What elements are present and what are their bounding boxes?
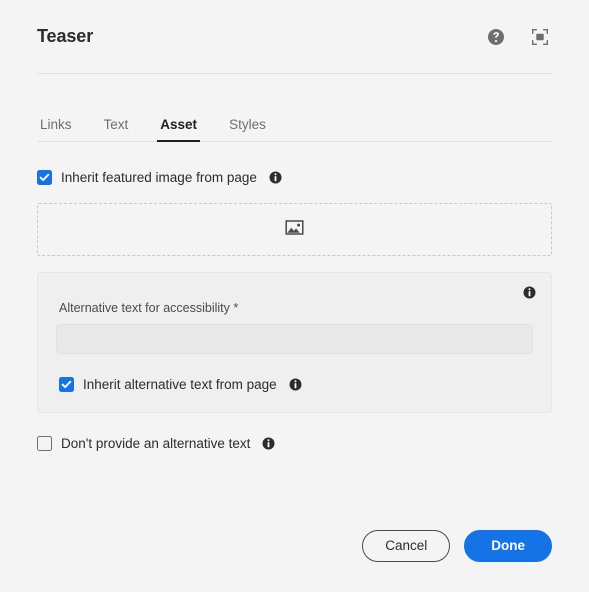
page-title: Teaser: [37, 26, 94, 46]
info-icon[interactable]: [289, 378, 302, 391]
alt-text-label: Alternative text for accessibility *: [59, 301, 239, 315]
inherit-featured-image-label: Inherit featured image from page: [61, 169, 257, 185]
teaser-dialog: Teaser Links Text Asset Styles Inherit f…: [0, 0, 589, 592]
inherit-alt-text-row: Inherit alternative text from page: [59, 377, 533, 392]
help-circle-icon[interactable]: [484, 25, 508, 49]
tab-text[interactable]: Text: [101, 117, 132, 142]
tab-asset[interactable]: Asset: [157, 117, 200, 142]
info-icon[interactable]: [269, 171, 282, 184]
done-button[interactable]: Done: [464, 530, 552, 562]
alt-text-input[interactable]: [56, 324, 533, 354]
tab-styles[interactable]: Styles: [226, 117, 269, 142]
inherit-alt-text-label: Inherit alternative text from page: [83, 376, 277, 392]
asset-tab-panel: Inherit featured image from page Alterna…: [0, 142, 589, 530]
fullscreen-icon[interactable]: [528, 25, 552, 49]
tab-links[interactable]: Links: [37, 117, 75, 142]
dialog-header: Teaser: [37, 0, 552, 74]
no-alt-text-label: Don't provide an alternative text: [61, 435, 251, 451]
no-alt-text-checkbox[interactable]: [37, 436, 52, 451]
info-icon[interactable]: [262, 437, 275, 450]
no-alt-text-row: Don't provide an alternative text: [37, 436, 552, 451]
cancel-button[interactable]: Cancel: [362, 530, 451, 562]
header-actions: [484, 25, 552, 49]
dialog-footer: Cancel Done: [0, 530, 589, 592]
inherit-alt-text-checkbox[interactable]: [59, 377, 74, 392]
image-icon: [285, 218, 304, 242]
inherit-featured-image-checkbox[interactable]: [37, 170, 52, 185]
inherit-featured-image-row: Inherit featured image from page: [37, 170, 552, 185]
alternative-text-panel: Alternative text for accessibility * Inh…: [37, 272, 552, 413]
tabbar: Links Text Asset Styles: [37, 94, 552, 142]
info-icon[interactable]: [523, 286, 536, 299]
asset-dropzone[interactable]: [37, 203, 552, 256]
